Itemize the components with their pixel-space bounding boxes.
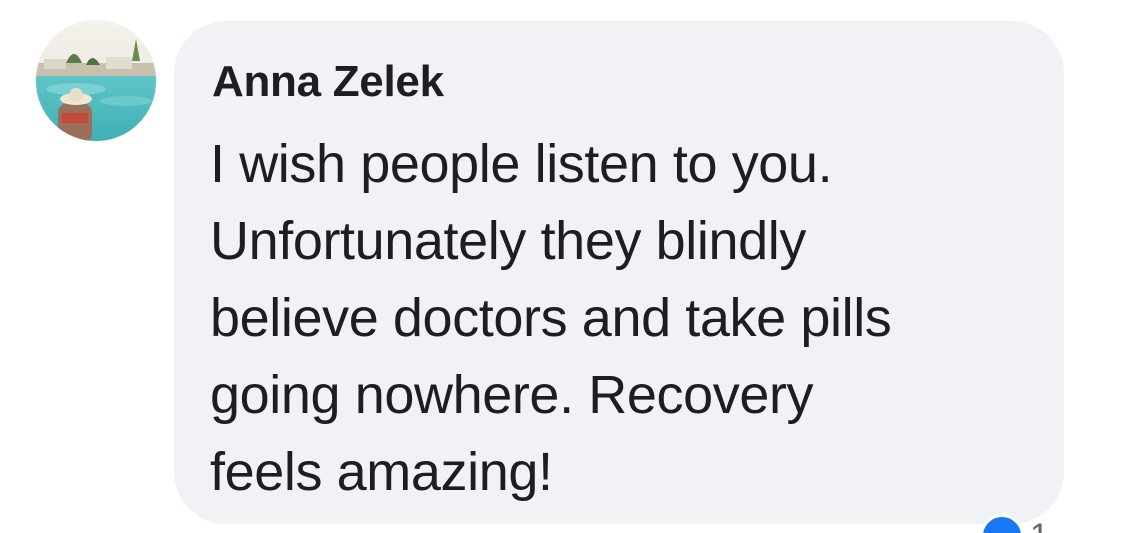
comment-text-line: believe doctors and take pills — [210, 288, 892, 348]
comment-text-line: going nowhere. Recovery — [210, 365, 814, 425]
reaction-count: 1 — [1030, 516, 1049, 533]
comment-author-name[interactable]: Anna Zelek — [212, 56, 444, 108]
comment-text-line: Unfortunately they blindly — [210, 211, 806, 271]
comment-thread: Anna Zelek I wish people listen to you. … — [0, 0, 1125, 533]
avatar[interactable] — [36, 21, 156, 141]
reaction-summary[interactable]: 1 — [980, 514, 1049, 533]
comment-text: I wish people listen to you. Unfortunate… — [210, 126, 1040, 511]
like-icon — [980, 514, 1024, 533]
avatar-pool-photo — [36, 21, 156, 141]
comment-text-line: I wish people listen to you. — [210, 134, 833, 194]
comment-text-line: feels amazing! — [210, 442, 553, 502]
